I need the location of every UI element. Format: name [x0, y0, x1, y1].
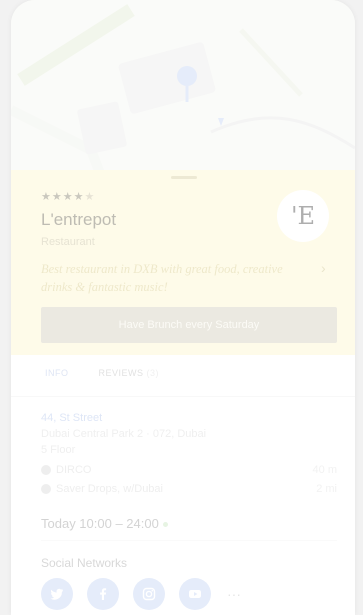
map-graphic: [11, 0, 355, 176]
address-floor: 5 Floor: [41, 444, 76, 456]
place-category: Restaurant: [41, 236, 95, 248]
open-status-dot: [162, 522, 168, 528]
chevron-right-icon[interactable]: ›: [321, 260, 326, 276]
phone-screen: ★★★★★ L'entrepot Restaurant 'E Best rest…: [11, 0, 355, 615]
instagram-button[interactable]: [133, 578, 165, 610]
place-card[interactable]: ★★★★★ L'entrepot Restaurant 'E Best rest…: [11, 170, 355, 355]
tab-reviews[interactable]: REVIEWS (3): [99, 368, 160, 384]
facebook-icon: [100, 588, 107, 600]
nearby-distance: 40 m: [312, 464, 337, 476]
address-street[interactable]: 44, St Street: [41, 412, 102, 424]
instagram-icon: [142, 587, 156, 601]
social-buttons: ···: [41, 578, 241, 610]
facebook-button[interactable]: [87, 578, 119, 610]
tab-info[interactable]: INFO: [41, 368, 73, 384]
walk-icon: [41, 484, 51, 494]
promo-button[interactable]: Have Brunch every Saturday: [41, 307, 337, 343]
location-pin-icon: [177, 66, 197, 86]
hours-divider: [41, 540, 337, 541]
twitter-button[interactable]: [41, 578, 73, 610]
tab-reviews-label: REVIEWS: [98, 368, 144, 378]
nearby-item[interactable]: DIRCO 40 m: [41, 464, 337, 476]
youtube-button[interactable]: [179, 578, 211, 610]
place-name: L'entrepot: [41, 210, 117, 229]
place-tagline[interactable]: Best restaurant in DXB with great food, …: [41, 260, 291, 296]
opening-hours[interactable]: Today 10:00 – 24:00: [41, 516, 168, 531]
nearby-distance: 2 mi: [316, 483, 337, 495]
tabs-divider: [11, 396, 355, 397]
youtube-icon: [189, 590, 201, 598]
nearby-name: Saver Drops, w/Dubai: [56, 483, 163, 495]
rating-stars: ★★★★★: [41, 191, 96, 203]
more-icon[interactable]: ···: [227, 586, 241, 602]
social-networks-title: Social Networks: [41, 556, 128, 570]
restaurant-logo: 'E: [277, 190, 329, 242]
nearby-name: DIRCO: [56, 464, 92, 476]
hours-text: Today 10:00 – 24:00: [41, 516, 159, 531]
twitter-icon: [50, 588, 63, 600]
metro-icon: [41, 465, 51, 475]
logo-letter: 'E: [290, 202, 316, 230]
reviews-count: (3): [146, 368, 160, 378]
map-view[interactable]: [11, 0, 355, 176]
detail-tabs: INFO REVIEWS (3): [41, 368, 159, 384]
drag-handle[interactable]: [171, 176, 197, 179]
address-line: Dubai Central Park 2 · 072, Dubai: [41, 428, 207, 440]
nearby-item[interactable]: Saver Drops, w/Dubai 2 mi: [41, 483, 337, 495]
